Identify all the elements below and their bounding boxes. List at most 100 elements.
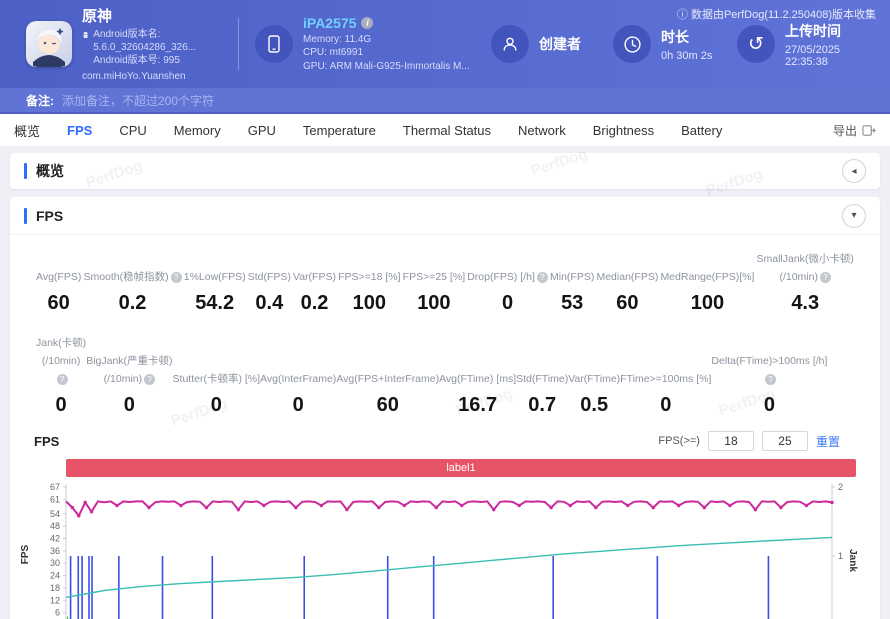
stat-median-fps: Median(FPS)60 [596,267,658,315]
overview-expand-button[interactable] [842,159,866,183]
fps-chart-canvas[interactable]: 061218243036424854616701200:0001:3503:10… [32,479,870,619]
stat-jank: Jank(卡顿)(/10min)0 [36,333,86,417]
svg-text:42: 42 [50,533,60,543]
device-memory: Memory: 11.4G [303,33,473,47]
fps-section: FPS Avg(FPS)60 Smooth(稳帧指数)0.2 1%Low(FPS… [10,197,880,619]
svg-text:12: 12 [50,595,60,605]
help-icon[interactable] [144,374,155,385]
svg-text:2: 2 [838,482,843,492]
fps-chart-header: FPS FPS(>=) 重置 [10,431,880,451]
fps-accent-bar [24,208,27,224]
upload-value: 27/05/2025 22:35:38 [785,44,872,68]
stat-bigjank: BigJank(严重卡顿)(/10min)0 [86,351,172,417]
duration-group: 时长 0h 30m 2s [613,25,737,63]
fps-stats-row2: Jank(卡顿)(/10min)0 BigJank(严重卡顿)(/10min)0… [10,333,880,417]
svg-text:30: 30 [50,558,60,568]
reset-link[interactable]: 重置 [816,433,840,450]
device-phone-icon [255,25,293,63]
stat-avg-fps-interframe: Avg(FPS+InterFrame)60 [336,369,439,417]
creator-person-icon [491,25,529,63]
y-axis-left-label: FPS [20,545,31,564]
annotation-label-bar[interactable]: label1 [66,459,856,477]
stat-1pct-low: 1%Low(FPS)54.2 [184,267,246,315]
app-meta: 原神 Android版本名: 5.6.0_32604286_326... And… [82,5,232,83]
tab-temperature[interactable]: Temperature [303,123,376,138]
fps-title: FPS [36,208,63,224]
stat-avg-fps: Avg(FPS)60 [36,267,81,315]
stat-ftime-ge100: FTime>=100ms [%]0 [620,369,711,417]
stat-std-fps: Std(FPS)0.4 [248,267,291,315]
duration-clock-icon [613,25,651,63]
fps-stats-row1: Avg(FPS)60 Smooth(稳帧指数)0.2 1%Low(FPS)54.… [10,249,880,315]
svg-text:54: 54 [50,509,60,519]
remark-input[interactable]: 备注: 添加备注，不超过200个字符 [0,88,890,114]
stat-delta-ftime: Delta(FTime)>100ms [/h]0 [711,351,827,417]
stat-var-fps: Var(FPS)0.2 [293,267,336,315]
tab-overview[interactable]: 概览 [14,121,40,140]
app-package: com.miHoYo.Yuanshen [82,70,232,83]
svg-text:48: 48 [50,521,60,531]
app-name: 原神 [82,5,232,26]
duration-label: 时长 [661,27,712,47]
tab-memory[interactable]: Memory [174,123,221,138]
svg-text:1: 1 [838,551,843,561]
svg-text:67: 67 [50,482,60,492]
upload-group: ↺ 上传时间 27/05/2025 22:35:38 [737,21,872,68]
upload-label: 上传时间 [785,21,872,41]
stat-min-fps: Min(FPS)53 [550,267,594,315]
help-icon[interactable] [765,374,776,385]
svg-text:24: 24 [50,571,60,581]
overview-accent-bar [24,163,27,179]
fps-collapse-button[interactable] [842,204,866,228]
svg-text:36: 36 [50,546,60,556]
overview-title: 概览 [36,161,64,181]
fps-chart-title: FPS [34,434,59,449]
remark-label: 备注: [26,92,54,109]
help-icon[interactable] [820,272,831,283]
device-cpu: CPU: mt6991 [303,46,473,60]
stat-std-ftime: Std(FTime)0.7 [516,369,568,417]
fps-chart[interactable]: FPS 061218243036424854616701200:0001:350… [10,477,880,619]
stat-avg-interframe: Avg(InterFrame)0 [260,369,336,417]
stat-avg-ftime: Avg(FTime) [ms]16.7 [439,369,516,417]
device-model: iPA2575 [303,15,356,31]
export-button[interactable]: 导出 [833,122,876,139]
app-info-group: 原神 Android版本名: 5.6.0_32604286_326... And… [26,5,232,83]
stat-medrange-fps: MedRange(FPS)[%]100 [660,267,754,315]
y-axis-right-label: Jank [847,549,858,572]
fps-threshold-min-input[interactable] [708,431,754,451]
export-icon [862,124,876,137]
stat-fps-ge18: FPS>=18 [%]100 [338,267,400,315]
tab-network[interactable]: Network [518,123,566,138]
remark-placeholder: 添加备注，不超过200个字符 [62,92,214,109]
android-icon [82,30,89,41]
device-info-icon[interactable] [361,17,373,29]
stat-var-ftime: Var(FTime)0.5 [568,369,620,417]
device-gpu: GPU: ARM Mali-G925-Immortalis M... [303,60,473,74]
stat-stutter: Stutter(卡顿率) [%]0 [173,369,261,417]
header: 数据由PerfDog(11.2.250408)版本收集 原神 [0,0,890,88]
report-content: PerfDog PerfDog PerfDog PerfDog PerfDog … [0,146,890,619]
header-divider [238,18,239,70]
fps-threshold-max-input[interactable] [762,431,808,451]
stat-drop-fps: Drop(FPS) [/h]0 [467,267,548,315]
device-info-group: iPA2575 Memory: 11.4G CPU: mt6991 GPU: A… [255,15,473,74]
stat-fps-ge25: FPS>=25 [%]100 [403,267,465,315]
tab-thermal-status[interactable]: Thermal Status [403,123,491,138]
upload-time-icon: ↺ [737,25,775,63]
collect-info: 数据由PerfDog(11.2.250408)版本收集 [677,6,876,22]
svg-text:61: 61 [50,494,60,504]
app-icon [26,21,72,67]
tab-brightness[interactable]: Brightness [593,123,654,138]
help-icon[interactable] [537,272,548,283]
creator-group: 创建者 [491,25,613,63]
creator-label: 创建者 [539,34,581,54]
tab-fps[interactable]: FPS [67,123,92,138]
tab-gpu[interactable]: GPU [248,123,276,138]
svg-text:6: 6 [55,608,60,618]
help-icon[interactable] [171,272,182,283]
tab-cpu[interactable]: CPU [119,123,146,138]
duration-value: 0h 30m 2s [661,50,712,62]
tab-battery[interactable]: Battery [681,123,722,138]
help-icon[interactable] [57,374,68,385]
